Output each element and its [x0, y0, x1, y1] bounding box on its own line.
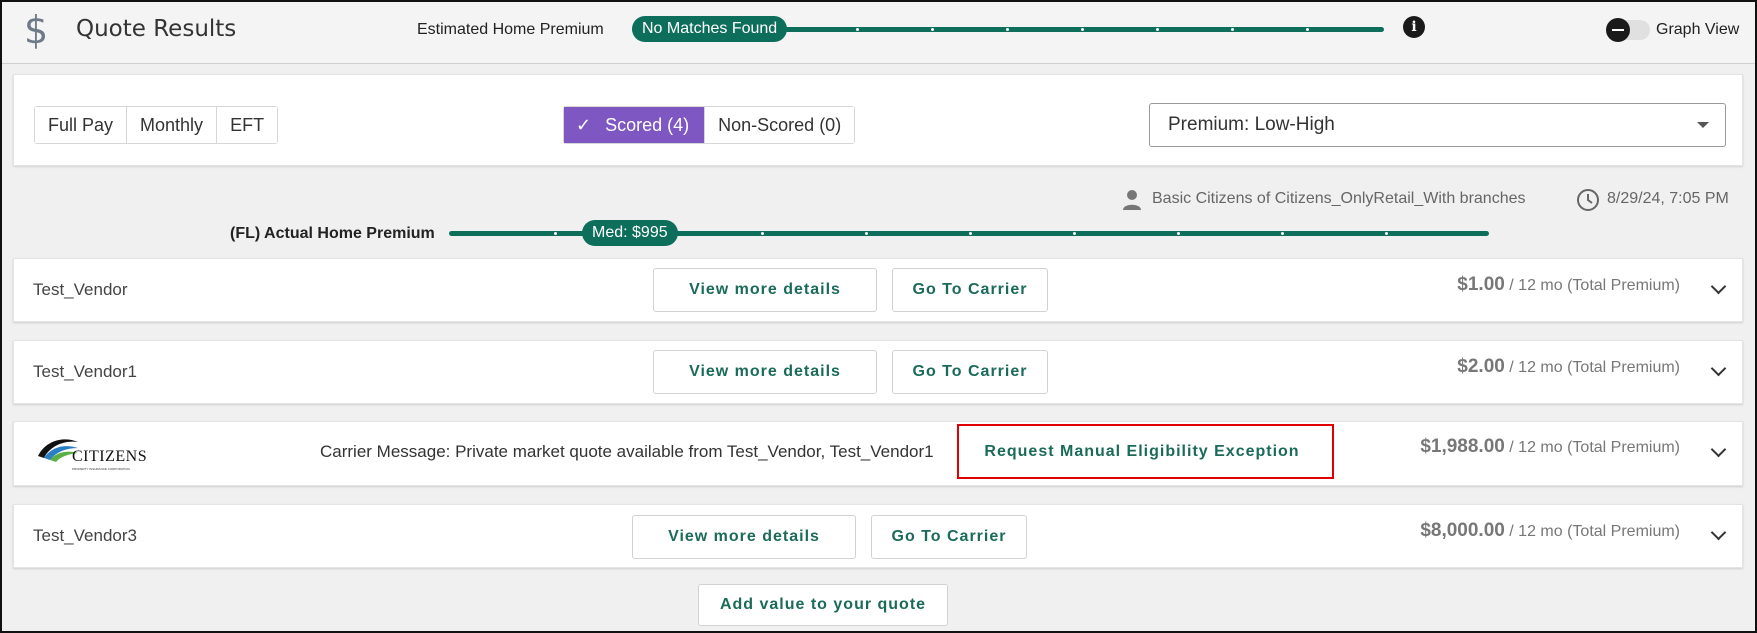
chevron-down-icon — [1697, 122, 1709, 128]
estimated-premium-pill: No Matches Found — [632, 16, 788, 42]
graph-view-toggle[interactable] — [1606, 18, 1650, 42]
full-pay-button[interactable]: Full Pay — [35, 107, 128, 143]
quote-row: Test_Vendor3 View more details Go To Car… — [13, 504, 1743, 568]
premium-amount: $2.00 — [1457, 356, 1505, 377]
citizens-logo: CITIZENS PROPERTY INSURANCE CORPORATION — [36, 434, 148, 474]
logo-tagline: PROPERTY INSURANCE CORPORATION — [72, 467, 130, 471]
dollar-icon: $ — [24, 8, 49, 52]
chevron-down-icon[interactable] — [1710, 360, 1727, 377]
filter-card: Full Pay Monthly EFT ✓ Scored (4) Non-Sco… — [13, 74, 1743, 166]
monthly-button[interactable]: Monthly — [127, 107, 218, 143]
premium-term: / 12 mo (Total Premium) — [1504, 523, 1680, 540]
chevron-down-icon[interactable] — [1710, 441, 1727, 458]
chevron-down-icon[interactable] — [1710, 524, 1727, 541]
premium-term: / 12 mo (Total Premium) — [1504, 359, 1680, 376]
chevron-down-icon[interactable] — [1710, 278, 1727, 295]
user-name: Basic Citizens of Citizens_OnlyRetail_Wi… — [1152, 190, 1526, 207]
premium-price: $2.00 / 12 mo (Total Premium) — [1457, 356, 1680, 378]
quote-row: CITIZENS PROPERTY INSURANCE CORPORATION … — [13, 421, 1743, 486]
premium-term: / 12 mo (Total Premium) — [1504, 277, 1680, 294]
clock-icon — [1577, 189, 1599, 211]
sort-select[interactable]: Premium: Low-High — [1149, 103, 1726, 147]
pay-option-group: Full Pay Monthly EFT — [34, 106, 279, 144]
premium-amount: $1,988.00 — [1420, 436, 1505, 457]
sort-value: Premium: Low-High — [1168, 114, 1335, 135]
non-scored-tab[interactable]: Non-Scored (0) — [705, 107, 855, 143]
go-to-carrier-button[interactable]: Go To Carrier — [871, 515, 1027, 559]
scoring-filter-group: ✓ Scored (4) Non-Scored (0) — [563, 106, 856, 144]
check-icon: ✓ — [576, 115, 592, 135]
view-more-details-button[interactable]: View more details — [653, 268, 877, 312]
actual-premium-label: (FL) Actual Home Premium — [230, 225, 435, 242]
header-bar: $ Quote Results Estimated Home Premium N… — [2, 2, 1755, 64]
vendor-name: Test_Vendor — [33, 280, 128, 299]
premium-price: $1,988.00 / 12 mo (Total Premium) — [1420, 436, 1680, 458]
quote-timestamp: 8/29/24, 7:05 PM — [1607, 190, 1729, 207]
toggle-knob — [1606, 18, 1630, 42]
premium-term: / 12 mo (Total Premium) — [1504, 439, 1680, 456]
scored-tab[interactable]: ✓ Scored (4) — [564, 107, 706, 143]
go-to-carrier-button[interactable]: Go To Carrier — [892, 268, 1048, 312]
page-title: Quote Results — [76, 16, 237, 42]
scored-label: Scored (4) — [605, 115, 690, 135]
logo-text: CITIZENS — [72, 448, 148, 465]
premium-amount: $8,000.00 — [1420, 520, 1505, 541]
add-value-button[interactable]: Add value to your quote — [698, 584, 948, 626]
vendor-name: Test_Vendor3 — [33, 526, 137, 545]
premium-price: $1.00 / 12 mo (Total Premium) — [1457, 274, 1680, 296]
eft-button[interactable]: EFT — [217, 107, 278, 143]
quote-row: Test_Vendor View more details Go To Carr… — [13, 258, 1743, 322]
estimated-premium-label: Estimated Home Premium — [417, 21, 604, 38]
premium-price: $8,000.00 / 12 mo (Total Premium) — [1420, 520, 1680, 542]
view-more-details-button[interactable]: View more details — [653, 350, 877, 394]
highlight-box — [957, 424, 1334, 479]
user-icon — [1123, 190, 1141, 210]
premium-amount: $1.00 — [1457, 274, 1505, 295]
graph-view-label: Graph View — [1656, 21, 1740, 38]
info-icon[interactable]: i — [1403, 16, 1425, 38]
carrier-message: Carrier Message: Private market quote av… — [320, 442, 934, 461]
vendor-name: Test_Vendor1 — [33, 362, 137, 381]
view-more-details-button[interactable]: View more details — [632, 515, 856, 559]
median-premium-pill: Med: $995 — [582, 220, 678, 246]
quote-row: Test_Vendor1 View more details Go To Car… — [13, 340, 1743, 404]
go-to-carrier-button[interactable]: Go To Carrier — [892, 350, 1048, 394]
